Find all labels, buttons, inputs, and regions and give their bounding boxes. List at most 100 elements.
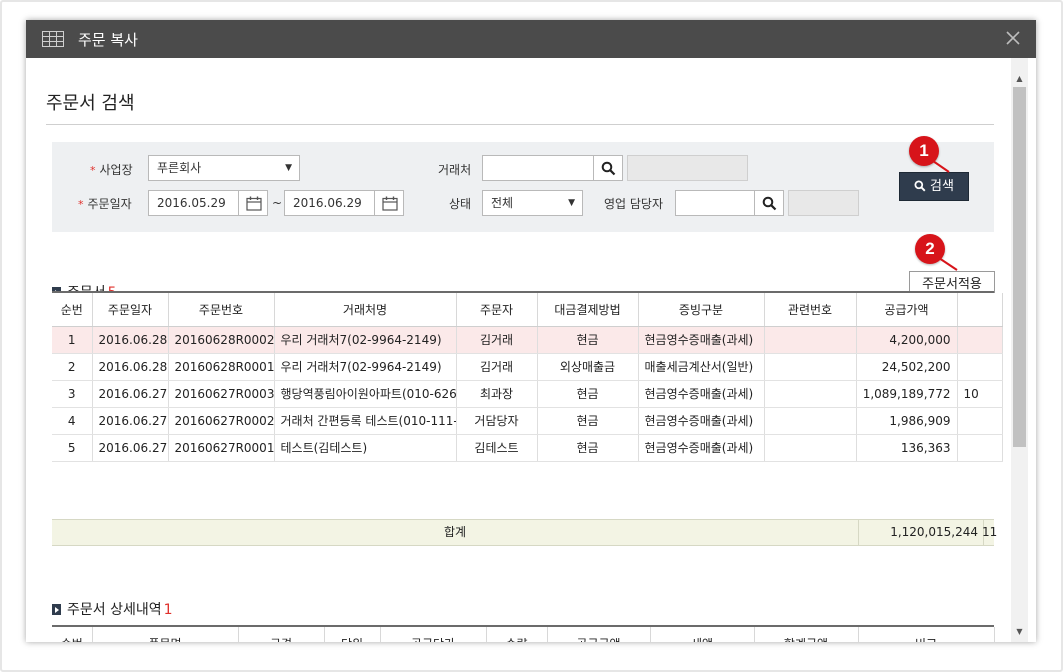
date-to-input[interactable]: 2016.06.29 <box>284 190 375 216</box>
details-column-header: 순번 <box>52 627 93 642</box>
table-cell: 현금 <box>537 326 639 354</box>
table-cell: 현금 <box>537 434 639 462</box>
details-column-header: 공급금액 <box>547 627 651 642</box>
table-cell: 현금 <box>537 407 639 435</box>
site-select[interactable]: 푸른회사 ▼ <box>148 155 300 181</box>
total-label: 합계 <box>444 525 467 539</box>
details-header-row: 순번품목명규격단위공급단가수량공급금액세액합계금액비고 <box>52 627 995 642</box>
details-column-header: 합계금액 <box>754 627 859 642</box>
table-row[interactable]: 2 2016.06.28 20160628R0001 우리 거래처7(02-9964-… <box>52 353 1003 381</box>
details-column-header: 단위 <box>324 627 381 642</box>
search-icon <box>601 161 616 176</box>
table-row[interactable]: 1 2016.06.28 20160628R0002 우리 거래처7(02-9964-… <box>52 326 1003 354</box>
table-cell: 1,986,909 <box>856 407 958 435</box>
table-cell: 20160628R0001 <box>168 353 275 381</box>
table-cell: 매출세금계산서(일반) <box>638 353 765 381</box>
required-mark: * <box>78 198 84 211</box>
table-cell: 4 <box>52 407 93 435</box>
orders-column-header: 주문자 <box>456 293 538 327</box>
calendar-from-button[interactable] <box>238 190 268 216</box>
manager-label: 영업 담당자 <box>604 197 664 211</box>
table-cell: 136,363 <box>856 434 958 462</box>
table-cell: 우리 거래처7(02-9964-2149) <box>274 353 457 381</box>
dialog-content: 주문서 검색 * 사업장 푸른회사 ▼ * 주문일자 2016.05.29 ~ 20… <box>26 58 1011 642</box>
table-cell: 4,200,000 <box>856 326 958 354</box>
manager-input[interactable] <box>675 190 755 216</box>
details-title-text: 주문서 상세내역 <box>67 602 162 618</box>
table-cell <box>957 434 1003 462</box>
table-cell: 최과장 <box>456 380 538 408</box>
required-mark: * <box>90 164 96 177</box>
table-row[interactable]: 4 2016.06.27 20160627R0002 거래처 간편등록 테스트(010… <box>52 407 1003 435</box>
table-cell: 2016.06.27 <box>92 407 169 435</box>
status-select-value: 전체 <box>491 196 514 210</box>
table-cell: 김테스트 <box>456 434 538 462</box>
manager-name-display <box>788 190 859 216</box>
table-cell: 20160627R0003 <box>168 380 275 408</box>
scroll-down-arrow-icon[interactable]: ▼ <box>1011 623 1028 640</box>
table-row[interactable]: 5 2016.06.27 20160627R0001 테스트(김테스트) 김테스트 현금 현… <box>52 434 1003 462</box>
details-column-header: 비고 <box>858 627 995 642</box>
details-column-header: 규격 <box>238 627 325 642</box>
details-table: 순번품목명규격단위공급단가수량공급금액세액합계금액비고 <box>52 627 995 642</box>
orders-column-header: 순번 <box>52 293 93 327</box>
table-cell <box>957 326 1003 354</box>
date-label-text: 주문일자 <box>87 197 132 211</box>
total-extra: 11 <box>982 525 998 539</box>
pointer-arrow-icon <box>932 160 950 173</box>
table-cell: 1 <box>52 326 93 354</box>
table-cell: 2016.06.27 <box>92 380 169 408</box>
details-column-header: 수량 <box>486 627 548 642</box>
order-copy-dialog: 주문 복사 주문서 검색 * 사업장 푸른회사 ▼ * 주문일자 2016.05.2… <box>26 20 1036 642</box>
client-search-button[interactable] <box>593 155 623 181</box>
manager-search-button[interactable] <box>754 190 784 216</box>
table-cell: 현금영수증매출(과세) <box>638 434 765 462</box>
table-cell: 2016.06.28 <box>92 353 169 381</box>
site-label: * 사업장 <box>90 161 133 178</box>
title-divider <box>46 124 994 125</box>
client-input[interactable] <box>482 155 594 181</box>
close-icon[interactable] <box>1002 27 1024 49</box>
orders-column-header: 거래처명 <box>274 293 457 327</box>
calendar-to-button[interactable] <box>374 190 404 216</box>
client-label: 거래처 <box>438 163 472 177</box>
section-bullet-icon <box>52 604 61 615</box>
orders-column-header <box>957 293 1003 327</box>
table-cell: 20160627R0001 <box>168 434 275 462</box>
table-cell: 김거래 <box>456 353 538 381</box>
table-cell: 20160628R0002 <box>168 326 275 354</box>
table-cell <box>764 407 857 435</box>
table-cell: 10 <box>957 380 1003 408</box>
details-column-header: 세액 <box>650 627 755 642</box>
table-cell: 2016.06.27 <box>92 434 169 462</box>
search-icon <box>762 196 777 211</box>
status-select[interactable]: 전체 ▼ <box>482 190 583 216</box>
vertical-scrollbar[interactable]: ▲ ▼ <box>1011 58 1028 642</box>
search-button-label: 검색 <box>930 179 954 194</box>
total-divider <box>858 520 859 545</box>
table-cell: 3 <box>52 380 93 408</box>
table-row[interactable]: 3 2016.06.27 20160627R0003 행당역풍림아이원아파트(010-… <box>52 380 1003 408</box>
scrollbar-thumb[interactable] <box>1013 87 1026 447</box>
table-cell: 우리 거래처7(02-9964-2149) <box>274 326 457 354</box>
scroll-up-arrow-icon[interactable]: ▲ <box>1011 70 1028 87</box>
calendar-icon <box>246 196 262 211</box>
orders-header-row: 순번 주문일자 주문번호 거래처명 주문자 대금결제방법 증빙구분 관련번호 공급가액 <box>52 293 1003 327</box>
date-range-separator: ~ <box>272 196 283 210</box>
page-title: 주문서 검색 <box>46 93 135 114</box>
dialog-titlebar: 주문 복사 <box>26 20 1036 58</box>
details-count: 1 <box>163 602 173 618</box>
grid-icon <box>42 31 64 47</box>
table-cell: 1,089,189,772 <box>856 380 958 408</box>
total-value: 1,120,015,244 <box>890 525 978 539</box>
table-cell: 거래처 간편등록 테스트(010-111-1 <box>274 407 457 435</box>
search-icon <box>914 180 926 192</box>
search-panel: * 사업장 푸른회사 ▼ * 주문일자 2016.05.29 ~ 2016.06.2… <box>52 142 994 232</box>
table-cell <box>764 380 857 408</box>
details-section-title: 주문서 상세내역 1 <box>52 599 173 619</box>
orders-column-header: 공급가액 <box>856 293 958 327</box>
date-from-input[interactable]: 2016.05.29 <box>148 190 239 216</box>
details-column-header: 품목명 <box>92 627 239 642</box>
site-select-value: 푸른회사 <box>157 161 202 175</box>
table-cell: 20160627R0002 <box>168 407 275 435</box>
